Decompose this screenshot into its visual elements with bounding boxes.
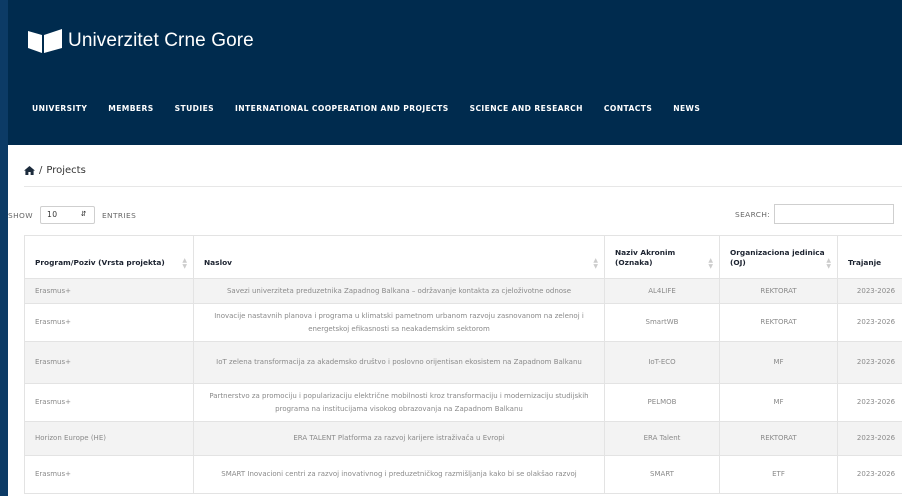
main-content: / Projects SHOW 10 ⇵ ENTRIES SEARCH: Pro… [8, 145, 902, 496]
cell-oj: REKTORAT [719, 421, 838, 456]
entries-control: SHOW 10 ⇵ ENTRIES [8, 206, 136, 224]
cell-akronim: ERA Talent [604, 421, 720, 456]
cell-oj: MF [719, 383, 838, 422]
cell-akronim: SMART [604, 455, 720, 494]
nav-international-cooperation[interactable]: INTERNATIONAL COOPERATION AND PROJECTS [235, 104, 449, 113]
nav-contacts[interactable]: CONTACTS [604, 104, 652, 113]
cell-naslov: Partnerstvo za promociju i popularizacij… [193, 383, 605, 422]
nav-news[interactable]: NEWS [673, 104, 700, 113]
cell-trajanje: 2023-2026 [837, 383, 902, 422]
cell-akronim: AL4LIFE [604, 278, 720, 304]
site-header: Univerzitet Crne Gore UNIVERSITY MEMBERS… [8, 0, 902, 145]
cell-program: Erasmus+ [24, 303, 194, 342]
cell-program: Erasmus+ [24, 455, 194, 494]
cell-program: Erasmus+ [24, 278, 194, 304]
col-header-trajanje[interactable]: Trajanje▲▼ [837, 235, 902, 279]
cell-oj: REKTORAT [719, 278, 838, 304]
cell-akronim: SmartWB [604, 303, 720, 342]
search-label: SEARCH: [735, 209, 771, 219]
cell-naslov: IoT zelena transformacija za akademsko d… [193, 341, 605, 384]
cell-akronim: IoT-ECO [604, 341, 720, 384]
cell-trajanje: 2023-2026 [837, 341, 902, 384]
cell-trajanje: 2023-2026 [837, 278, 902, 304]
projects-table: Program/Poziv (Vrsta projekta) ▲ ▼ Naslov ▲… [24, 235, 902, 494]
cell-trajanje: 2023-2026 [837, 421, 902, 456]
table-row[interactable]: Erasmus+ Savezi univerziteta preduzetnik… [24, 278, 902, 304]
cell-oj: ETF [719, 455, 838, 494]
cell-naslov: Inovacije nastavnih planova i programa u… [193, 303, 605, 342]
cell-program: Horizon Europe (HE) [24, 421, 194, 456]
entries-label: ENTRIES [101, 210, 137, 220]
sort-icon: ▲ ▼ [826, 257, 831, 270]
table-row[interactable]: Erasmus+ SMART Inovacioni centri za razv… [24, 455, 902, 494]
search-input[interactable] [774, 204, 895, 224]
sort-icon: ▲ ▼ [182, 257, 187, 270]
university-logo-icon [28, 29, 62, 53]
table-header-row: Program/Poziv (Vrsta projekta) ▲ ▼ Naslov ▲… [24, 235, 902, 279]
cell-oj: REKTORAT [719, 303, 838, 342]
cell-naslov: ERA TALENT Platforma za razvoj karijere … [193, 421, 605, 456]
cell-akronim: PELMOB [604, 383, 720, 422]
cell-trajanje: 2023-2026 [837, 455, 902, 494]
col-header-program[interactable]: Program/Poziv (Vrsta projekta) ▲ ▼ [24, 235, 194, 279]
entries-value: 10 [46, 210, 58, 219]
col-header-akronim[interactable]: Naziv Akronim (Oznaka) ▲ ▼ [604, 235, 720, 279]
nav-studies[interactable]: STUDIES [175, 104, 214, 113]
table-row[interactable]: Erasmus+ Partnerstvo za promociju i popu… [24, 383, 902, 422]
main-nav: UNIVERSITY MEMBERS STUDIES INTERNATIONAL… [32, 104, 721, 113]
nav-members[interactable]: MEMBERS [108, 104, 153, 113]
projects-table-wrapper: Program/Poziv (Vrsta projekta) ▲ ▼ Naslov ▲… [24, 235, 902, 496]
divider [24, 186, 902, 187]
logo-text: Univerzitet Crne Gore [68, 30, 254, 51]
cell-trajanje: 2023-2026 [837, 303, 902, 342]
col-header-naslov[interactable]: Naslov ▲ ▼ [193, 235, 605, 279]
entries-select[interactable]: 10 ⇵ [39, 206, 95, 224]
sort-icon: ▲ ▼ [593, 257, 598, 270]
breadcrumb-separator: / [39, 165, 43, 176]
table-row[interactable]: Horizon Europe (HE) ERA TALENT Platforma… [24, 421, 902, 456]
nav-science-research[interactable]: SCIENCE AND RESEARCH [470, 104, 583, 113]
nav-university[interactable]: UNIVERSITY [32, 104, 87, 113]
site-logo[interactable]: Univerzitet Crne Gore [28, 29, 254, 53]
cell-program: Erasmus+ [24, 341, 194, 384]
table-row[interactable]: Erasmus+ Inovacije nastavnih planova i p… [24, 303, 902, 342]
sort-icon: ▲ ▼ [708, 257, 713, 270]
col-header-oj[interactable]: Organizaciona jedinica (OJ) ▲ ▼ [719, 235, 838, 279]
breadcrumb-current: Projects [46, 165, 86, 176]
cell-oj: MF [719, 341, 838, 384]
cell-program: Erasmus+ [24, 383, 194, 422]
home-icon[interactable] [24, 166, 35, 175]
cell-naslov: SMART Inovacioni centri za razvoj inovat… [193, 455, 605, 494]
breadcrumb: / Projects [24, 165, 86, 176]
search-control: SEARCH: [735, 204, 895, 224]
select-caret-icon: ⇵ [80, 210, 87, 218]
cell-naslov: Savezi univerziteta preduzetnika Zapadno… [193, 278, 605, 304]
show-label: SHOW [8, 210, 33, 220]
table-row[interactable]: Erasmus+ IoT zelena transformacija za ak… [24, 341, 902, 384]
